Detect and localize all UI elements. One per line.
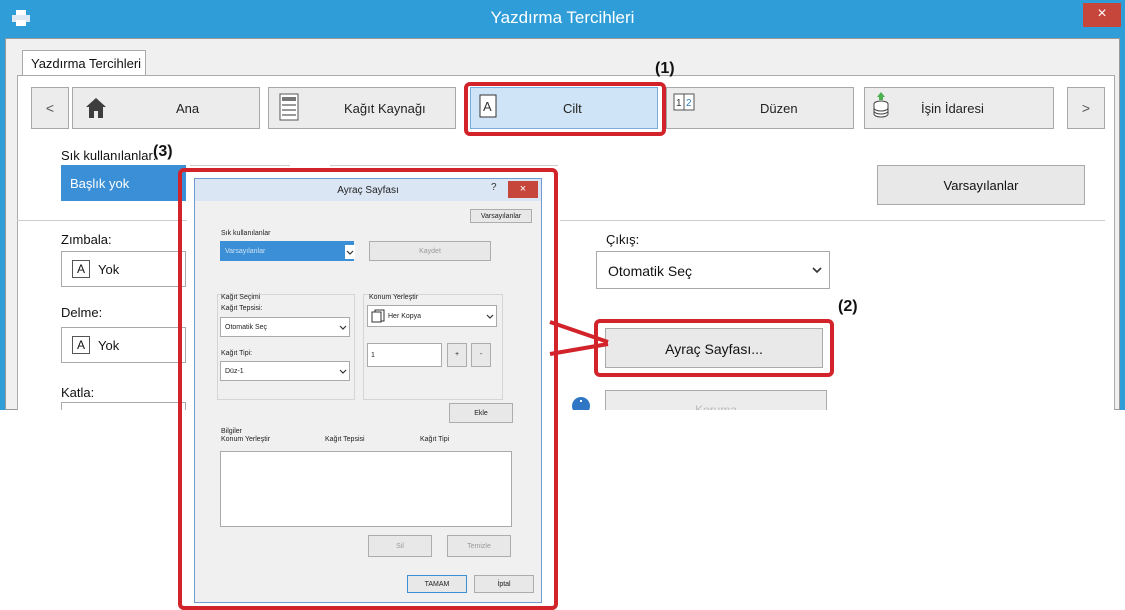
paper-type-label: Kağıt Tipi:: [221, 350, 253, 357]
tab-printing-preferences[interactable]: Yazdırma Tercihleri: [22, 50, 146, 76]
minus-button[interactable]: -: [471, 343, 491, 367]
nav-home-label: Ana: [176, 101, 200, 116]
staple-value: Yok: [98, 262, 120, 277]
highlight-binding-tab: [464, 82, 666, 136]
divider-right: [560, 220, 1105, 221]
nav-home-button[interactable]: Ana: [72, 87, 260, 129]
paper-tray-label: Kağıt Tepsisi:: [221, 305, 263, 312]
count-field[interactable]: 1: [367, 343, 442, 367]
column-position: Konum Yerleştir: [221, 436, 271, 443]
favorites-label: Sık kullanılanlar:: [61, 148, 157, 163]
position-value: Her Kopya: [388, 313, 422, 320]
nav-layout-button[interactable]: 1 2 Düzen: [666, 87, 854, 129]
dialog-save-button[interactable]: Kaydet: [369, 241, 491, 261]
nav-job-handling-label: İşin İdaresi: [921, 101, 984, 116]
punch-label: Delme:: [61, 305, 103, 320]
ok-button[interactable]: TAMAM: [407, 575, 467, 593]
nav-layout-label: Düzen: [760, 101, 798, 116]
favorites-underline: [190, 165, 290, 166]
dialog-favorites-value: Varsayılanlar: [225, 248, 266, 255]
chevron-down-icon: [339, 325, 347, 330]
column-paper-type: Kağıt Tipi: [420, 436, 450, 443]
fold-select[interactable]: [61, 402, 186, 410]
dialog-defaults-button[interactable]: Varsayılanlar: [470, 209, 532, 223]
info-icon: [572, 397, 590, 410]
paper-tray-select[interactable]: Otomatik Seç: [220, 317, 350, 337]
paper-type-select[interactable]: Düz-1: [220, 361, 350, 381]
dialog-favorites-arrow: [345, 245, 355, 259]
dialog-favorites-select[interactable]: Varsayılanlar: [220, 241, 355, 261]
help-button[interactable]: ?: [491, 182, 497, 193]
staple-select[interactable]: A Yok: [61, 251, 186, 287]
title-bar: Yazdırma Tercihleri ×: [0, 0, 1125, 38]
staple-a-icon: A: [72, 260, 90, 278]
punch-a-icon: A: [72, 336, 90, 354]
column-paper-tray: Kağıt Tepsisi: [325, 436, 365, 443]
svg-text:2: 2: [686, 98, 692, 109]
home-icon: [86, 98, 106, 118]
favorites-select[interactable]: Başlık yok: [61, 165, 186, 201]
paper-tray-value: Otomatik Seç: [225, 324, 268, 331]
layout-icon: 1 2: [673, 93, 695, 111]
nav-job-handling-button[interactable]: İşin İdaresi: [864, 87, 1054, 129]
paper-selection-label: Kağıt Seçimi: [221, 294, 261, 301]
copies-icon: [371, 309, 385, 323]
staple-label: Zımbala:: [61, 232, 112, 247]
fold-label: Katla:: [61, 385, 95, 400]
chevron-down-icon: [486, 314, 494, 319]
window-title: Yazdırma Tercihleri: [490, 8, 635, 27]
nav-paper-source-label: Kağıt Kaynağı: [344, 101, 426, 116]
protection-button[interactable]: Koruma: [605, 390, 827, 410]
output-value: Otomatik Seç: [608, 263, 693, 279]
nav-next-button[interactable]: >: [1067, 87, 1105, 129]
info-label: Bilgiler: [221, 428, 243, 435]
punch-value: Yok: [98, 338, 120, 353]
paper-type-value: Düz-1: [225, 368, 244, 375]
nav-paper-source-button[interactable]: Kağıt Kaynağı: [268, 87, 456, 129]
position-label: Konum Yerleştir: [369, 294, 419, 301]
divider-page-dialog: Ayraç Sayfası ? × Varsayılanlar Sık kull…: [194, 178, 542, 603]
dialog-title-bar: Ayraç Sayfası ? ×: [195, 179, 541, 201]
callout-2: (2): [838, 298, 858, 315]
output-label: Çıkış:: [606, 232, 640, 247]
position-select[interactable]: Her Kopya: [367, 305, 497, 327]
dialog-favorites-label: Sık kullanılanlar: [221, 230, 271, 237]
job-handling-icon: [873, 92, 889, 118]
svg-text:1: 1: [676, 98, 682, 109]
dialog-close-button[interactable]: ×: [508, 181, 538, 198]
info-list[interactable]: [220, 451, 512, 527]
paper-tray-icon: [279, 93, 299, 121]
divider-page-button[interactable]: Ayraç Sayfası...: [605, 328, 823, 368]
punch-select[interactable]: A Yok: [61, 327, 186, 363]
output-select[interactable]: Otomatik Seç: [596, 251, 830, 289]
delete-button[interactable]: Sil: [368, 535, 432, 557]
nav-prev-button[interactable]: <: [31, 87, 69, 129]
favorites-underline-right: [330, 165, 558, 166]
chevron-down-icon: [346, 250, 354, 255]
divider-left: [17, 220, 187, 221]
connector-line: [549, 320, 609, 356]
clear-button[interactable]: Temizle: [447, 535, 511, 557]
callout-1: (1): [655, 60, 675, 77]
callout-3: (3): [153, 143, 173, 160]
plus-button[interactable]: +: [447, 343, 467, 367]
cancel-button[interactable]: İptal: [474, 575, 534, 593]
chevron-down-icon: [812, 267, 822, 274]
chevron-down-icon: [339, 369, 347, 374]
close-button[interactable]: ×: [1083, 3, 1121, 27]
add-button[interactable]: Ekle: [449, 403, 513, 423]
defaults-button[interactable]: Varsayılanlar: [877, 165, 1085, 205]
dialog-title: Ayraç Sayfası: [337, 185, 399, 196]
